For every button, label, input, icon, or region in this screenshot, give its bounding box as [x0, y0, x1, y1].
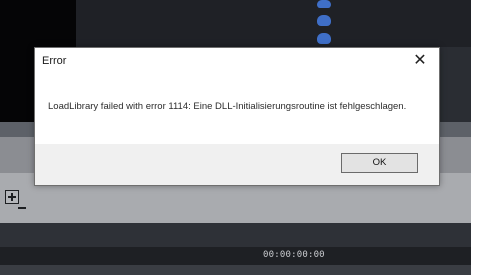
dialog-title: Error — [42, 55, 67, 67]
status-bar — [0, 265, 471, 275]
zoom-slider-tick — [18, 207, 26, 209]
timecode-display: 00:00:00:00 — [263, 250, 325, 260]
ok-button[interactable]: OK — [341, 153, 418, 173]
timeline-track — [0, 223, 471, 247]
error-dialog: Error ✕ LoadLibrary failed with error 11… — [34, 47, 440, 186]
media-thumbnail-icon — [317, 33, 331, 44]
close-icon[interactable]: ✕ — [411, 52, 429, 70]
screen-edge — [471, 0, 480, 275]
timecode-bar — [0, 247, 471, 265]
dialog-footer: OK — [35, 144, 439, 185]
zoom-in-icon[interactable] — [5, 190, 19, 204]
error-message: LoadLibrary failed with error 1114: Eine… — [48, 101, 407, 112]
media-pool-panel — [76, 0, 471, 47]
media-thumbnail-icon — [317, 15, 331, 26]
media-thumbnail-icon — [317, 0, 331, 8]
